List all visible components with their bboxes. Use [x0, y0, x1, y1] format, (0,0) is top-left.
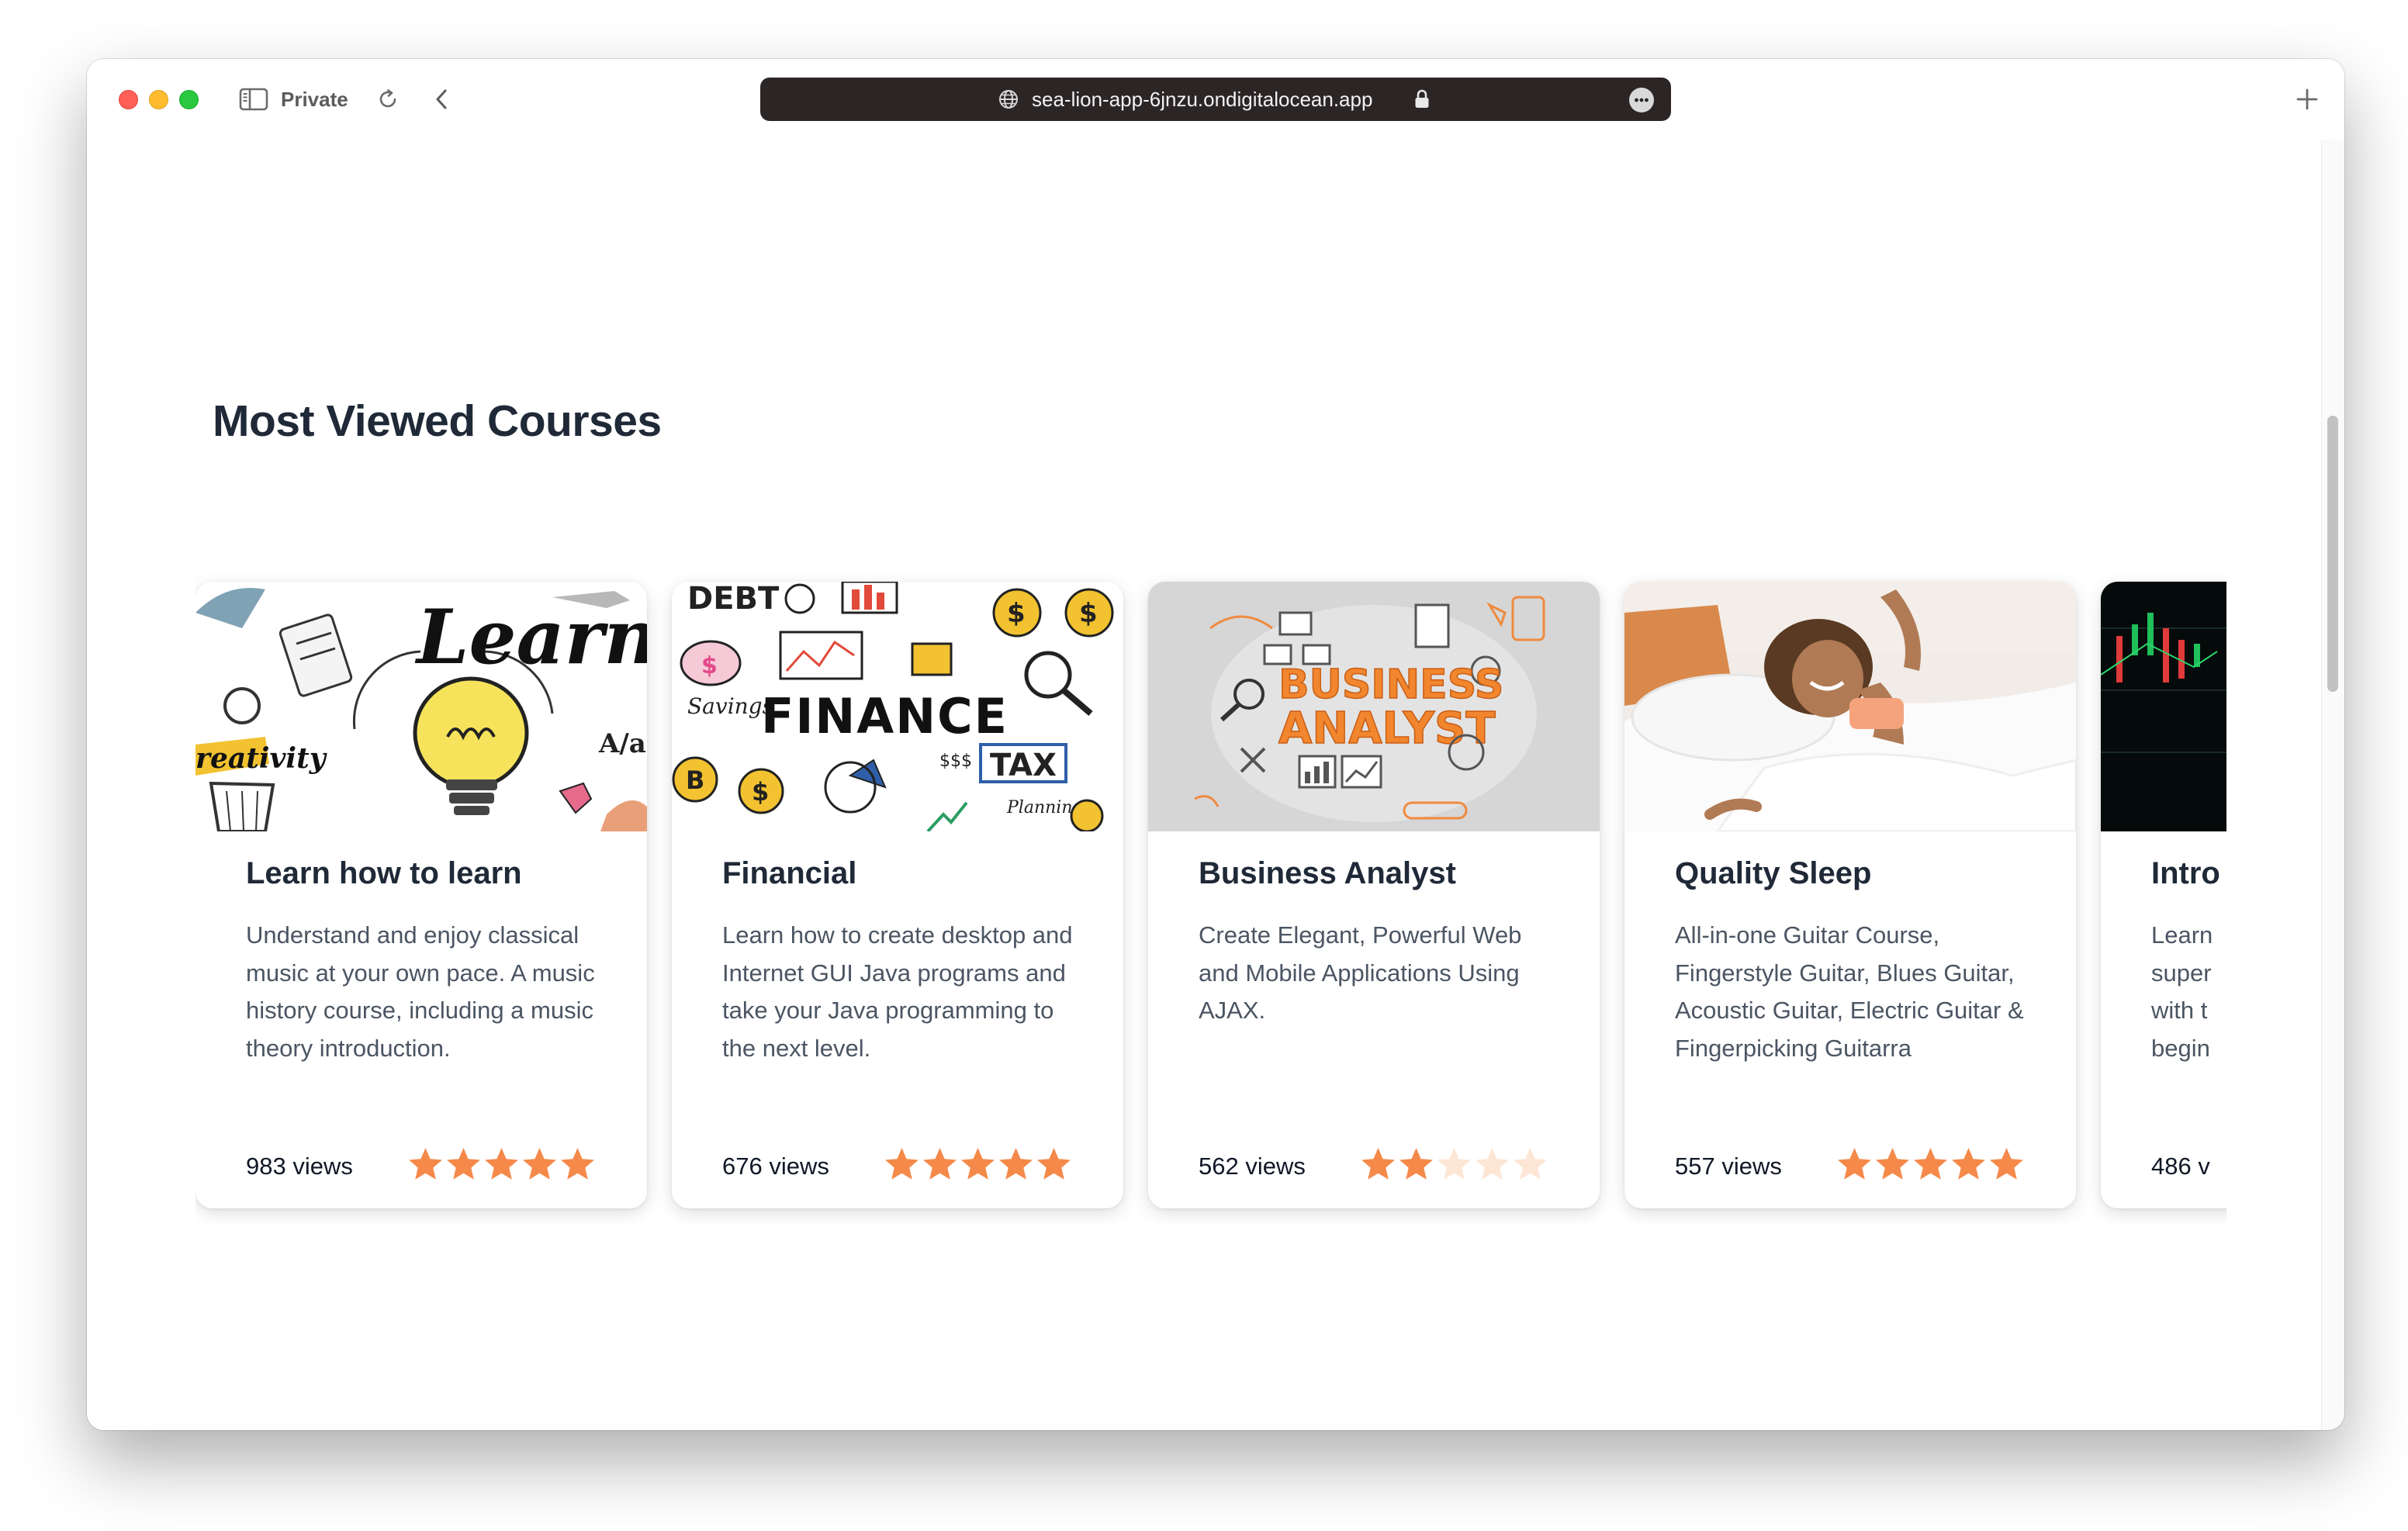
- star-filled-icon: [1990, 1148, 2023, 1180]
- svg-text:B: B: [686, 766, 704, 795]
- browser-toolbar: Private sea-lion-app-6jnzu.ondigitalocea…: [87, 59, 2344, 140]
- course-card[interactable]: BUSINESS ANALYST Business Analyst Create…: [1148, 582, 1600, 1208]
- svg-text:$: $: [1007, 598, 1026, 629]
- star-filled-icon: [1914, 1148, 1947, 1180]
- address-bar[interactable]: sea-lion-app-6jnzu.ondigitalocean.app: [760, 78, 1671, 121]
- course-title[interactable]: Quality Sleep: [1675, 856, 1871, 891]
- course-card[interactable]: DEBT $ $ $ Savings FINANCE B $ $$$ TAX P…: [672, 582, 1123, 1208]
- course-title[interactable]: Learn how to learn: [246, 856, 522, 891]
- star-filled-icon: [1838, 1148, 1871, 1180]
- course-card[interactable]: Intro Learn super with t begin 486 v: [2101, 582, 2226, 1208]
- lock-icon: [1413, 88, 1431, 110]
- sidebar-icon[interactable]: [239, 87, 268, 112]
- svg-text:DEBT: DEBT: [687, 582, 780, 617]
- svg-text:ANALYST: ANALYST: [1278, 703, 1496, 754]
- course-description: Understand and enjoy classical music at …: [246, 921, 595, 1062]
- course-views: 557 views: [1675, 1153, 1782, 1180]
- course-image: DEBT $ $ $ Savings FINANCE B $ $$$ TAX P…: [672, 582, 1123, 831]
- scrollbar[interactable]: [2321, 140, 2344, 1430]
- browser-window: Private sea-lion-app-6jnzu.ondigitalocea…: [87, 59, 2344, 1430]
- star-filled-icon: [961, 1148, 995, 1180]
- course-image: [2101, 582, 2226, 831]
- course-description: Learn how to create desktop and Internet…: [722, 921, 1073, 1062]
- svg-text:$: $: [1079, 598, 1098, 629]
- star-filled-icon: [999, 1148, 1033, 1180]
- zoom-window-button[interactable]: [179, 90, 199, 109]
- course-views: 676 views: [722, 1153, 829, 1180]
- star-filled-icon: [1399, 1148, 1433, 1180]
- star-filled-icon: [1037, 1148, 1071, 1180]
- course-title[interactable]: Business Analyst: [1199, 856, 1456, 891]
- star-filled-icon: [561, 1148, 594, 1180]
- close-window-button[interactable]: [119, 90, 138, 109]
- svg-text:A/a: A/a: [598, 728, 646, 759]
- course-card[interactable]: Learn A/a reativity Learn how to learn U…: [195, 582, 647, 1208]
- scrollbar-thumb[interactable]: [2327, 416, 2338, 692]
- svg-text:$: $: [701, 652, 718, 679]
- more-icon[interactable]: [1629, 88, 1654, 112]
- svg-text:TAX: TAX: [990, 748, 1057, 783]
- svg-text:FINANCE: FINANCE: [761, 688, 1009, 745]
- star-filled-icon: [885, 1148, 919, 1180]
- url-text: sea-lion-app-6jnzu.ondigitalocean.app: [1032, 88, 1373, 111]
- star-filled-icon: [447, 1148, 480, 1180]
- star-filled-icon: [1876, 1148, 1909, 1180]
- reload-icon[interactable]: [374, 85, 402, 113]
- course-card[interactable]: Quality Sleep All-in-one Guitar Course, …: [1624, 582, 2076, 1208]
- page-title: Most Viewed Courses: [213, 396, 662, 446]
- private-label: Private: [281, 88, 348, 111]
- course-views: 486 v: [2151, 1153, 2210, 1180]
- course-title[interactable]: Financial: [722, 856, 856, 891]
- course-carousel: Learn A/a reativity Learn how to learn U…: [195, 558, 2226, 1303]
- course-image: BUSINESS ANALYST: [1148, 582, 1600, 831]
- star-filled-icon: [1361, 1148, 1395, 1180]
- star-filled-icon: [923, 1148, 957, 1180]
- star-filled-icon: [1952, 1148, 1985, 1180]
- back-chevron-icon[interactable]: [428, 85, 456, 113]
- course-description: Learn super with t begin: [2151, 921, 2213, 1062]
- star-rating: [883, 1146, 1073, 1182]
- star-rating: [407, 1146, 597, 1182]
- star-empty-icon: [1514, 1148, 1547, 1180]
- star-rating: [1359, 1146, 1549, 1182]
- svg-text:Learn: Learn: [414, 593, 647, 681]
- svg-text:BUSINESS: BUSINESS: [1278, 662, 1503, 708]
- page-content: Most Viewed Courses Learn A/a reativity …: [87, 140, 2344, 1430]
- star-rating: [1835, 1146, 2026, 1182]
- star-empty-icon: [1438, 1148, 1471, 1180]
- course-views: 562 views: [1199, 1153, 1306, 1180]
- star-filled-icon: [409, 1148, 442, 1180]
- plus-icon[interactable]: [2293, 85, 2321, 113]
- svg-text:$: $: [752, 777, 769, 807]
- star-filled-icon: [523, 1148, 556, 1180]
- course-description: Create Elegant, Powerful Web and Mobile …: [1199, 921, 1522, 1024]
- svg-text:$$$: $$$: [939, 752, 972, 771]
- svg-text:reativity: reativity: [195, 742, 327, 775]
- course-views: 983 views: [246, 1153, 353, 1180]
- course-image: Learn A/a reativity: [195, 582, 647, 831]
- course-image: [1624, 582, 2076, 831]
- course-title[interactable]: Intro: [2151, 856, 2220, 891]
- star-filled-icon: [485, 1148, 518, 1180]
- star-empty-icon: [1476, 1148, 1509, 1180]
- minimize-window-button[interactable]: [149, 90, 168, 109]
- course-description: All-in-one Guitar Course, Fingerstyle Gu…: [1675, 921, 2024, 1062]
- globe-icon: [998, 88, 1019, 110]
